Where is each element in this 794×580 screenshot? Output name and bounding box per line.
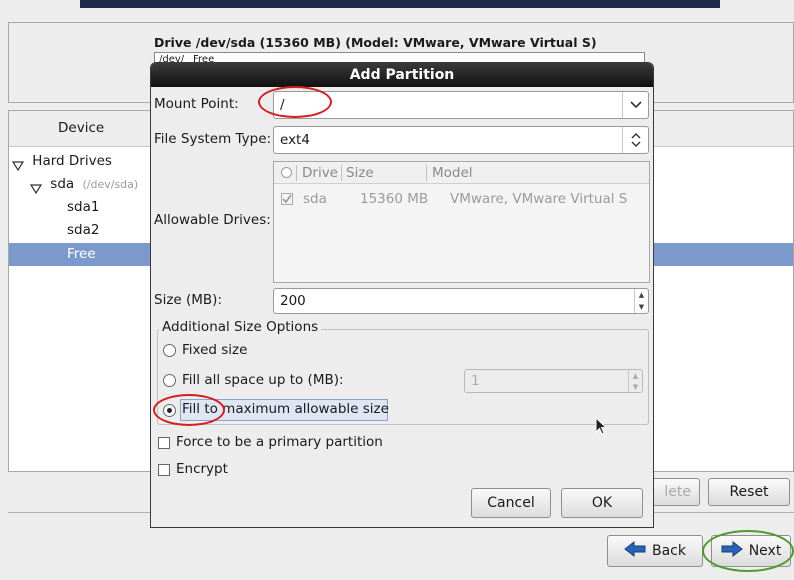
updown-chevron-icon[interactable] bbox=[622, 127, 648, 153]
next-arrow-icon bbox=[721, 540, 743, 561]
cell-drive: sda bbox=[303, 191, 327, 207]
column-model[interactable]: Model bbox=[432, 165, 473, 181]
spin-down-icon[interactable]: ▼ bbox=[635, 301, 648, 313]
tree-row-free-extension[interactable] bbox=[654, 243, 793, 266]
fs-type-select[interactable]: ext4 bbox=[273, 126, 649, 154]
tree-item-sda2[interactable]: sda2 bbox=[67, 219, 99, 242]
mount-point-combo[interactable]: / bbox=[273, 91, 649, 119]
size-label: Size (MB): bbox=[154, 292, 222, 308]
select-all-icon[interactable] bbox=[281, 167, 292, 178]
dialog-title: Add Partition bbox=[151, 63, 653, 87]
size-options-title: Additional Size Options bbox=[159, 319, 322, 335]
drive-title: Drive /dev/sda (15360 MB) (Model: VMware… bbox=[154, 35, 597, 50]
fill-max-label[interactable]: Fill to maximum allowable size bbox=[182, 401, 389, 417]
reset-button[interactable]: Reset bbox=[708, 478, 790, 506]
fs-type-value: ext4 bbox=[280, 132, 310, 148]
drive-checkbox[interactable] bbox=[281, 193, 293, 205]
fs-type-label: File System Type: bbox=[154, 131, 272, 147]
table-header: Drive Size Model bbox=[274, 162, 649, 184]
tree-label-hard-drives: Hard Drives bbox=[32, 153, 112, 169]
next-button[interactable]: Next bbox=[711, 535, 791, 567]
back-button[interactable]: Back bbox=[607, 535, 703, 567]
size-value: 200 bbox=[280, 293, 306, 309]
column-drive[interactable]: Drive bbox=[302, 165, 338, 181]
column-size[interactable]: Size bbox=[346, 165, 374, 181]
tree-item-free[interactable]: Free bbox=[67, 243, 96, 266]
back-arrow-icon bbox=[624, 540, 646, 561]
header-banner bbox=[80, 0, 720, 8]
tree-item-sda1[interactable]: sda1 bbox=[67, 196, 99, 219]
expand-triangle-icon[interactable] bbox=[11, 156, 25, 172]
cell-size: 15360 MB bbox=[360, 191, 429, 207]
encrypt-label[interactable]: Encrypt bbox=[176, 461, 228, 477]
expand-triangle-icon[interactable] bbox=[29, 179, 43, 195]
cell-model: VMware, VMware Virtual S bbox=[450, 191, 628, 207]
tree-item-sda[interactable]: sda (/dev/sda) bbox=[29, 173, 139, 196]
fill-up-to-radio[interactable] bbox=[163, 374, 176, 387]
mount-point-value: / bbox=[280, 97, 285, 113]
ok-button[interactable]: OK bbox=[561, 488, 643, 518]
primary-partition-label[interactable]: Force to be a primary partition bbox=[176, 434, 383, 450]
spin-buttons[interactable]: ▲ ▼ bbox=[634, 289, 648, 313]
fill-max-radio[interactable] bbox=[163, 404, 176, 417]
next-button-label: Next bbox=[748, 543, 782, 559]
fill-up-to-value: 1 bbox=[471, 373, 480, 389]
spin-buttons[interactable]: ▲ ▼ bbox=[628, 370, 642, 392]
fixed-size-label[interactable]: Fixed size bbox=[182, 342, 247, 358]
add-partition-dialog: Add Partition Mount Point: / File System… bbox=[150, 62, 654, 528]
fill-up-to-label[interactable]: Fill all space up to (MB): bbox=[182, 372, 344, 388]
allowable-drives-table: Drive Size Model sda 15360 MB VMware, VM… bbox=[273, 161, 650, 283]
column-header-right[interactable] bbox=[654, 111, 793, 147]
cancel-button[interactable]: Cancel bbox=[471, 488, 551, 518]
device-column-label: Device bbox=[58, 120, 105, 136]
tree-label-sda: sda bbox=[50, 176, 75, 192]
tree-item-hard-drives[interactable]: Hard Drives bbox=[11, 150, 112, 173]
chevron-down-icon[interactable] bbox=[622, 92, 648, 118]
tree-label-sda-path: (/dev/sda) bbox=[82, 178, 139, 191]
size-spinbox[interactable]: 200 ▲ ▼ bbox=[273, 288, 649, 314]
primary-partition-checkbox[interactable] bbox=[158, 437, 170, 449]
back-button-label: Back bbox=[652, 543, 686, 559]
mouse-cursor-icon bbox=[595, 416, 608, 439]
spin-down-icon[interactable]: ▼ bbox=[629, 381, 642, 392]
mount-point-label: Mount Point: bbox=[154, 96, 239, 112]
allowable-drives-label: Allowable Drives: bbox=[154, 212, 271, 228]
encrypt-checkbox[interactable] bbox=[158, 464, 170, 476]
fixed-size-radio[interactable] bbox=[163, 344, 176, 357]
fill-up-to-spinbox[interactable]: 1 ▲ ▼ bbox=[464, 369, 643, 393]
